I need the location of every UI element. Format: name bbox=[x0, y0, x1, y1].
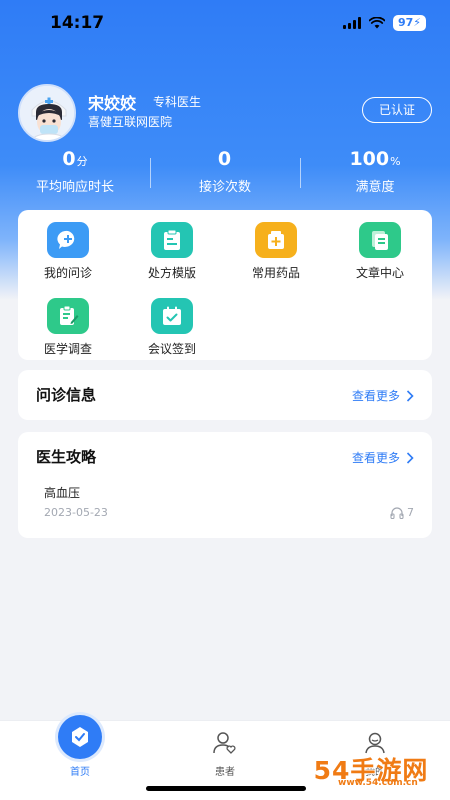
menu-item-prescription-templates[interactable]: 处方模版 bbox=[132, 222, 212, 281]
doctor-title: 专科医生 bbox=[153, 95, 202, 109]
patient-icon bbox=[213, 732, 236, 754]
tab-patients[interactable]: 患者 bbox=[185, 721, 265, 778]
article-listens: 7 bbox=[390, 506, 414, 519]
signal-icon bbox=[342, 17, 361, 29]
wifi-icon bbox=[368, 17, 385, 29]
listen-count: 7 bbox=[407, 506, 414, 519]
menu-item-medical-survey[interactable]: 医学调查 bbox=[28, 298, 108, 357]
menu-item-meeting-checkin[interactable]: 会议签到 bbox=[132, 298, 212, 357]
stat-label: 平均响应时长 bbox=[35, 180, 114, 195]
stat-response-time[interactable]: 0分 平均响应时长 bbox=[0, 148, 150, 195]
stat-satisfaction[interactable]: 100% 满意度 bbox=[300, 148, 450, 195]
article-title: 高血压 bbox=[44, 486, 81, 500]
menu-label: 我的问诊 bbox=[43, 266, 92, 280]
headphones-icon bbox=[390, 507, 404, 519]
stat-consultations[interactable]: 0 接诊次数 bbox=[150, 148, 300, 195]
more-label: 查看更多 bbox=[351, 389, 400, 403]
inquiry-info-card[interactable]: 问诊信息 查看更多 bbox=[18, 370, 432, 420]
stat-value: 100% bbox=[300, 148, 450, 172]
battery-level: 97 bbox=[397, 16, 414, 29]
charging-icon: ⚡ bbox=[413, 16, 421, 29]
stat-value: 0 bbox=[150, 148, 300, 172]
avatar[interactable] bbox=[18, 84, 76, 142]
documents-icon bbox=[359, 222, 401, 258]
tab-label: 患者 bbox=[215, 767, 235, 778]
home-icon bbox=[58, 715, 102, 759]
stat-label: 满意度 bbox=[355, 180, 395, 195]
stat-number: 0 bbox=[217, 148, 232, 170]
chevron-right-icon bbox=[406, 451, 414, 464]
calendar-check-icon bbox=[151, 298, 193, 334]
menu-label: 处方模版 bbox=[147, 266, 196, 280]
clipboard-icon bbox=[151, 222, 193, 258]
menu-item-article-center[interactable]: 文章中心 bbox=[340, 222, 420, 281]
medicine-box-icon bbox=[255, 222, 297, 258]
status-time: 14:17 bbox=[50, 13, 105, 33]
chevron-right-icon bbox=[406, 389, 414, 402]
stat-unit: % bbox=[390, 155, 401, 168]
stat-unit: 分 bbox=[76, 155, 88, 168]
stat-number: 100 bbox=[349, 148, 390, 170]
survey-edit-icon bbox=[47, 298, 89, 334]
doctor-hospital: 喜健互联网医院 bbox=[88, 115, 173, 129]
stat-label: 接诊次数 bbox=[198, 180, 251, 195]
doctor-guide-card: 医生攻略 查看更多 高血压 2023-05-23 7 bbox=[18, 432, 432, 538]
more-label: 查看更多 bbox=[351, 451, 400, 465]
stats-row: 0分 平均响应时长 0 接诊次数 100% 满意度 bbox=[0, 148, 450, 198]
chat-plus-icon bbox=[47, 222, 89, 258]
stat-value: 0分 bbox=[0, 148, 150, 172]
menu-label: 常用药品 bbox=[251, 266, 300, 280]
verified-button[interactable]: 已认证 bbox=[362, 97, 432, 123]
battery-indicator: 97⚡ bbox=[392, 15, 426, 31]
menu-label: 会议签到 bbox=[147, 342, 196, 356]
menu-item-my-consultations[interactable]: 我的问诊 bbox=[28, 222, 108, 281]
menu-label: 文章中心 bbox=[355, 266, 404, 280]
doctor-name: 宋姣姣 bbox=[88, 94, 137, 113]
status-icons: 97⚡ bbox=[342, 15, 426, 31]
menu-label: 医学调查 bbox=[43, 342, 92, 356]
inquiry-more-link[interactable]: 查看更多 bbox=[352, 387, 414, 404]
stat-number: 0 bbox=[62, 148, 76, 170]
guide-more-link[interactable]: 查看更多 bbox=[352, 449, 414, 466]
quick-menu-card: 我的问诊 处方模版 常用药品 文章中心 医学调查 会议签到 bbox=[18, 210, 432, 360]
home-indicator bbox=[146, 786, 306, 791]
section-title-guide: 医生攻略 bbox=[36, 448, 97, 466]
tab-home[interactable]: 首页 bbox=[40, 715, 120, 778]
status-bar: 14:17 97⚡ bbox=[0, 0, 450, 48]
tab-label: 首页 bbox=[70, 767, 90, 778]
article-date: 2023-05-23 bbox=[44, 506, 108, 519]
menu-item-common-drugs[interactable]: 常用药品 bbox=[236, 222, 316, 281]
section-title-inquiry: 问诊信息 bbox=[36, 386, 97, 404]
site-watermark-url: www.54.com.cn bbox=[338, 778, 418, 788]
